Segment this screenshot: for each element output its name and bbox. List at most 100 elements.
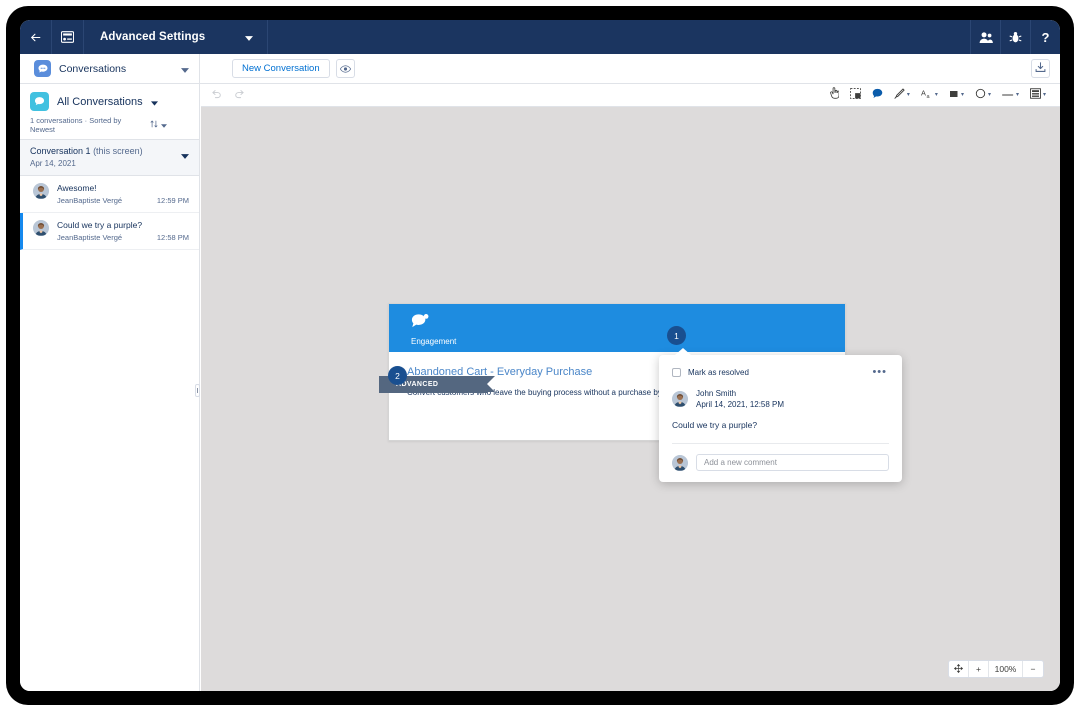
panel-header: All Conversations 1 conversations · Sort…	[20, 84, 199, 139]
pan-button[interactable]	[949, 661, 969, 677]
download-icon	[1035, 60, 1046, 78]
mark-resolved-checkbox[interactable]	[672, 368, 681, 377]
app-header: Advanced Settings ?	[20, 20, 1060, 54]
visibility-toggle-button[interactable]	[336, 59, 355, 78]
avatar	[672, 455, 688, 471]
list-item-time: 12:59 PM	[157, 196, 189, 205]
list-item[interactable]: Could we try a purple? JeanBaptiste Verg…	[20, 213, 199, 250]
list-item[interactable]: Awesome! JeanBaptiste Vergé 12:59 PM	[20, 176, 199, 213]
more-options-icon[interactable]: •••	[870, 367, 889, 378]
pointer-tool-button[interactable]	[830, 86, 839, 104]
conversation-group-header[interactable]: Conversation 1 (this screen) Apr 14, 202…	[20, 139, 199, 176]
fill-color-tool-button[interactable]: ▾	[949, 86, 964, 104]
panel-resize-handle[interactable]	[195, 384, 200, 397]
list-item-meta: JeanBaptiste Vergé 12:58 PM	[57, 233, 189, 242]
help-button[interactable]: ?	[1030, 20, 1060, 54]
list-item-author: JeanBaptiste Vergé	[57, 196, 157, 205]
list-item-author: JeanBaptiste Vergé	[57, 233, 157, 242]
app-launcher-button[interactable]	[52, 20, 84, 54]
zoom-controls: + 100% −	[948, 660, 1044, 678]
sort-button[interactable]	[150, 120, 189, 130]
pen-tool-button[interactable]: ▾	[894, 86, 910, 104]
chevron-down-icon	[245, 28, 253, 46]
conversation-group-label: Conversation 1	[30, 146, 91, 156]
popover-top-row: Mark as resolved •••	[672, 367, 889, 378]
text-style-tool-button[interactable]: Aa ▾	[921, 86, 938, 104]
comment-timestamp: April 14, 2021, 12:58 PM	[696, 400, 784, 409]
chevron-down-icon: ▾	[1043, 92, 1046, 98]
back-button[interactable]	[20, 20, 52, 54]
layout-grid-icon	[61, 31, 74, 43]
redo-button[interactable]	[234, 86, 245, 104]
undo-button[interactable]	[211, 86, 222, 104]
popover-author-row: John Smith April 14, 2021, 12:58 PM	[672, 389, 889, 409]
conversation-group-date: Apr 14, 2021	[30, 159, 181, 168]
shape-tool-button[interactable]: ▾	[975, 86, 991, 104]
svg-text:a: a	[926, 94, 930, 99]
list-summary: 1 conversations · Sorted by Newest	[30, 116, 144, 134]
users-button[interactable]	[970, 20, 1000, 54]
conversation-group-text: Conversation 1 (this screen) Apr 14, 202…	[30, 146, 181, 168]
select-area-icon	[850, 86, 861, 104]
download-button[interactable]	[1031, 59, 1050, 78]
ribbon-notch	[487, 376, 495, 392]
avatar	[672, 391, 688, 407]
device-frame: Advanced Settings ?	[6, 6, 1074, 705]
select-area-tool-button[interactable]	[850, 86, 861, 104]
line-icon	[1002, 86, 1014, 104]
canvas-toolbar-left	[201, 86, 245, 104]
line-tool-button[interactable]: ▾	[1002, 86, 1019, 104]
bug-button[interactable]	[1000, 20, 1030, 54]
comment-tool-button[interactable]	[872, 86, 883, 104]
design-canvas[interactable]: Engagement ADVANCED Abandoned Cart - Eve…	[201, 107, 1060, 691]
app-title-dropdown[interactable]: Advanced Settings	[84, 20, 268, 54]
new-comment-input[interactable]	[696, 454, 889, 471]
new-conversation-button[interactable]: New Conversation	[232, 59, 330, 78]
comment-author: John Smith	[696, 389, 784, 398]
chevron-down-icon[interactable]	[181, 146, 189, 164]
popover-divider	[672, 443, 889, 444]
subbar-actions: New Conversation	[200, 59, 355, 78]
popover-arrow	[675, 348, 691, 355]
conversations-app-selector[interactable]: Conversations	[20, 54, 200, 83]
zoom-in-button[interactable]: +	[969, 661, 989, 677]
avatar	[33, 183, 49, 199]
list-selector[interactable]: All Conversations	[30, 92, 189, 111]
conversations-subbar: Conversations New Conversation	[20, 54, 1060, 84]
undo-icon	[211, 86, 222, 104]
mark-resolved-label: Mark as resolved	[688, 368, 870, 377]
new-comment-row	[672, 454, 889, 471]
zoom-out-button[interactable]: −	[1023, 661, 1043, 677]
chevron-down-icon	[151, 93, 158, 111]
email-card-header: Engagement	[389, 304, 845, 352]
redo-icon	[234, 86, 245, 104]
speech-bubble-icon	[30, 92, 49, 111]
popover-author-text: John Smith April 14, 2021, 12:58 PM	[696, 389, 784, 409]
bug-icon	[1009, 31, 1022, 44]
chevron-down-icon: ▾	[988, 92, 991, 98]
list-item-title: Could we try a purple?	[57, 220, 189, 230]
avatar	[33, 220, 49, 236]
comment-marker-2[interactable]: 2	[388, 366, 407, 385]
conversation-list-panel: All Conversations 1 conversations · Sort…	[20, 84, 200, 691]
list-item-title: Awesome!	[57, 183, 189, 193]
subbar-right	[1031, 59, 1060, 78]
shape-icon	[975, 86, 986, 104]
conversations-icon	[34, 60, 51, 77]
canvas-toolbar: ▾ Aa ▾ ▾ ▾	[201, 84, 1060, 107]
chevron-down-icon	[181, 60, 189, 78]
chevron-down-icon: ▾	[961, 92, 964, 98]
list-item-time: 12:58 PM	[157, 233, 189, 242]
page-title: Advanced Settings	[100, 31, 205, 43]
pan-move-icon	[954, 664, 963, 675]
list-title: All Conversations	[57, 96, 143, 108]
comment-marker-1[interactable]: 1	[667, 326, 686, 345]
layout-tool-button[interactable]: ▾	[1030, 86, 1046, 104]
list-item-body: Awesome! JeanBaptiste Vergé 12:59 PM	[57, 183, 189, 205]
chevron-down-icon	[161, 121, 167, 130]
pen-icon	[894, 86, 905, 104]
conversation-group-suffix: (this screen)	[93, 146, 143, 156]
svg-text:A: A	[921, 89, 926, 98]
sort-icon	[150, 120, 158, 130]
chevron-down-icon: ▾	[907, 92, 910, 98]
